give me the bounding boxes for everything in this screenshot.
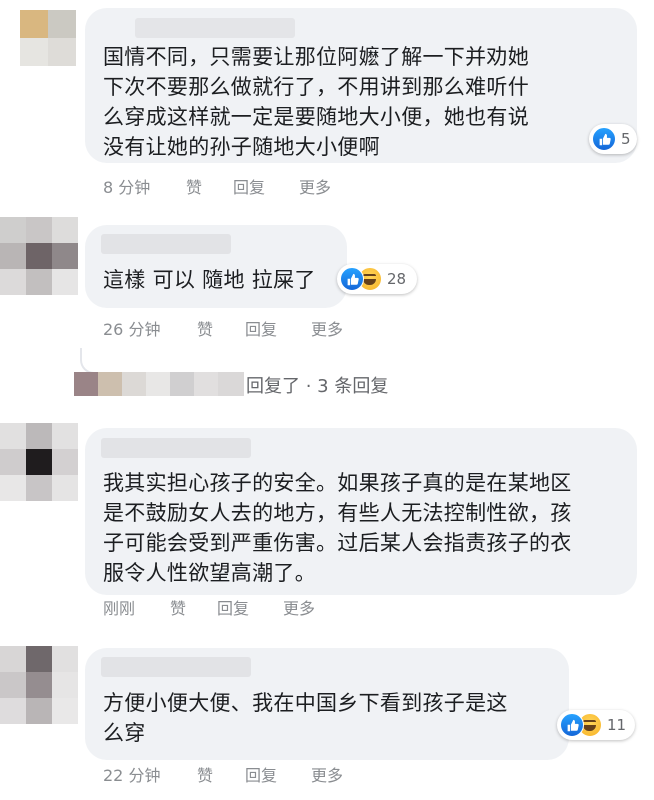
avatar-pixelated[interactable]: [20, 10, 76, 66]
comment-actions: 刚刚 赞 回复 更多: [103, 595, 403, 619]
more-button[interactable]: 更多: [283, 595, 315, 619]
comment-actions: 26 分钟 赞 回复 更多: [103, 316, 423, 340]
author-name-redacted[interactable]: [135, 18, 295, 38]
like-icon: [560, 713, 584, 737]
reaction-count: 28: [387, 270, 407, 288]
reply-button[interactable]: 回复: [245, 762, 277, 786]
like-icon: [340, 267, 364, 291]
like-button[interactable]: 赞: [170, 595, 186, 619]
timestamp[interactable]: 8 分钟: [103, 174, 150, 198]
like-button[interactable]: 赞: [186, 174, 202, 198]
comment-1: 国情不同，只需要让那位阿嬷了解一下并劝她 下次不要那么做就行了，不用讲到那么难听…: [0, 0, 654, 200]
timestamp[interactable]: 26 分钟: [103, 316, 160, 340]
reply-button[interactable]: 回复: [233, 174, 265, 198]
more-button[interactable]: 更多: [311, 316, 343, 340]
reactions[interactable]: 11: [557, 710, 635, 740]
comment-text: 方便小便大便、我在中国乡下看到孩子是这 么穿: [103, 691, 508, 745]
more-button[interactable]: 更多: [299, 174, 331, 198]
comment-3: 我其实担心孩子的安全。如果孩子真的是在某地区 是不鼓励女人去的地方，有些人无法控…: [0, 420, 654, 620]
author-name-redacted[interactable]: [101, 657, 251, 677]
reply-avatars-pixelated: [74, 372, 246, 396]
like-button[interactable]: 赞: [197, 762, 213, 786]
author-name-redacted[interactable]: [101, 234, 231, 254]
reaction-count: 11: [607, 716, 627, 734]
reactions[interactable]: 28: [337, 264, 417, 294]
comment-actions: 22 分钟 赞 回复 更多: [103, 762, 423, 786]
comment-actions: 8 分钟 赞 回复 更多: [103, 174, 403, 198]
reaction-count: 5: [621, 130, 631, 148]
reactions[interactable]: 5: [589, 124, 637, 154]
comment-text: 我其实担心孩子的安全。如果孩子真的是在某地区 是不鼓励女人去的地方，有些人无法控…: [103, 471, 572, 585]
like-button[interactable]: 赞: [197, 316, 213, 340]
reply-button[interactable]: 回复: [217, 595, 249, 619]
timestamp[interactable]: 刚刚: [103, 595, 135, 619]
comment-bubble: 這樣 可以 隨地 拉屎了: [85, 225, 347, 308]
comment-2: 這樣 可以 隨地 拉屎了 28 26 分钟 赞 回复 更多: [0, 210, 654, 340]
avatar-pixelated[interactable]: [0, 646, 78, 724]
timestamp[interactable]: 22 分钟: [103, 762, 160, 786]
comment-bubble: 国情不同，只需要让那位阿嬷了解一下并劝她 下次不要那么做就行了，不用讲到那么难听…: [85, 8, 637, 163]
view-replies[interactable]: 回复了 · 3 条回复: [74, 370, 404, 400]
avatar-pixelated[interactable]: [0, 423, 78, 501]
comment-bubble: 方便小便大便、我在中国乡下看到孩子是这 么穿: [85, 648, 569, 760]
author-name-redacted[interactable]: [101, 438, 251, 458]
reply-summary-text[interactable]: 回复了 · 3 条回复: [246, 372, 388, 398]
more-button[interactable]: 更多: [311, 762, 343, 786]
comment-bubble: 我其实担心孩子的安全。如果孩子真的是在某地区 是不鼓励女人去的地方，有些人无法控…: [85, 428, 637, 595]
reply-button[interactable]: 回复: [245, 316, 277, 340]
comment-text: 這樣 可以 隨地 拉屎了: [103, 268, 316, 292]
comment-4: 方便小便大便、我在中国乡下看到孩子是这 么穿 11 22 分钟 赞 回复 更多: [0, 640, 654, 800]
comment-text: 国情不同，只需要让那位阿嬷了解一下并劝她 下次不要那么做就行了，不用讲到那么难听…: [103, 45, 529, 159]
like-icon: [592, 127, 616, 151]
avatar-pixelated[interactable]: [0, 217, 78, 295]
